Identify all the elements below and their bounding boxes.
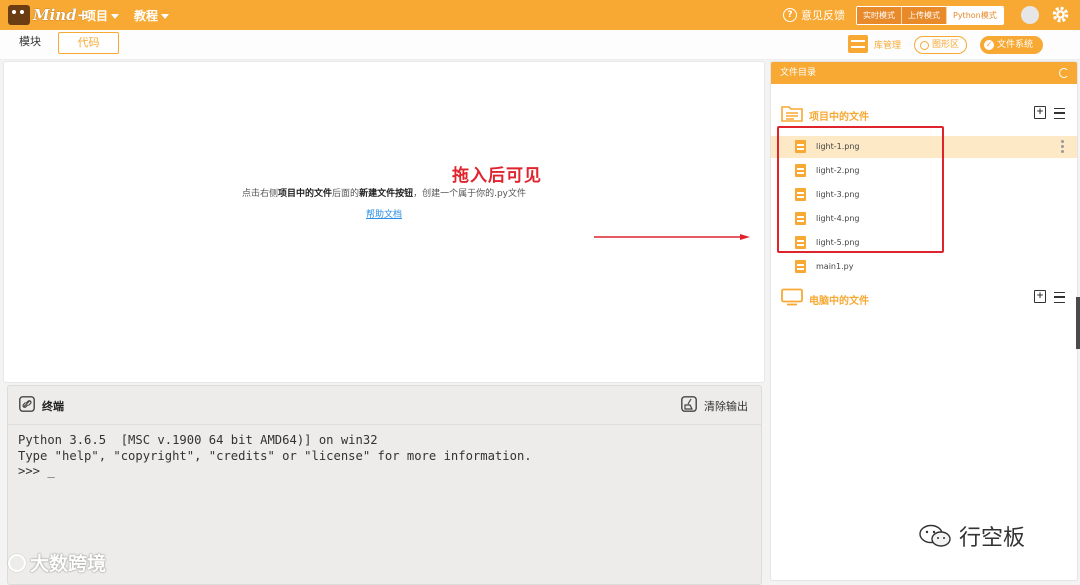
file-item[interactable]: light-5.png <box>771 232 1077 254</box>
watermark-logo-icon <box>8 553 26 572</box>
menu-project-label: 项目 <box>84 9 109 23</box>
graphics-icon <box>920 40 929 50</box>
broom-icon[interactable] <box>681 396 697 412</box>
editor-hint: 点击右侧项目中的文件后面的新建文件按钮，创建一个属于你的.py文件 <box>4 186 764 199</box>
menu-icon[interactable] <box>1054 292 1065 303</box>
feedback-button[interactable]: ? 意见反馈 <box>783 7 845 23</box>
library-manager-label: 库管理 <box>874 40 902 51</box>
hint-bold-project-files: 项目中的文件 <box>278 189 333 199</box>
hint-suffix: ，创建一个属于你的.py文件 <box>413 189 526 199</box>
terminal-prompt: >>> _ <box>18 464 55 478</box>
menu-tutorial-label: 教程 <box>134 9 159 23</box>
annotation-text: 拖入后可见 <box>452 166 542 186</box>
view-toolbar: 模块 代码 库管理 图形区 ✓ 文件系统 <box>0 30 1080 60</box>
avatar[interactable] <box>1021 6 1039 24</box>
file-name: light-2.png <box>816 166 860 175</box>
mode-python[interactable]: Python模式 <box>946 7 1003 24</box>
link-icon <box>19 396 35 412</box>
watermark-left: 大数跨境 <box>8 549 106 576</box>
file-icon <box>795 164 806 177</box>
mode-switcher: 实时模式 上传模式 Python模式 <box>856 6 1004 25</box>
wechat-icon <box>919 524 951 547</box>
feedback-label: 意见反馈 <box>801 9 845 22</box>
watermark-right-text: 行空板 <box>959 526 1026 551</box>
code-editor[interactable]: 点击右侧项目中的文件后面的新建文件按钮，创建一个属于你的.py文件 帮助文档 <box>3 61 765 383</box>
refresh-icon[interactable] <box>1059 68 1069 78</box>
robot-logo-icon <box>8 5 30 25</box>
hint-bold-new-file: 新建文件按钮 <box>359 189 414 199</box>
new-file-icon[interactable]: + <box>1034 290 1046 303</box>
terminal-title: 终端 <box>42 400 64 413</box>
file-icon <box>795 140 806 153</box>
watermark-left-text: 大数跨境 <box>30 553 107 575</box>
file-item[interactable]: light-4.png <box>771 208 1077 230</box>
mode-upload[interactable]: 上传模式 <box>901 7 946 24</box>
menu-icon[interactable] <box>1054 108 1065 119</box>
gear-icon[interactable] <box>1051 5 1070 24</box>
file-item[interactable]: light-2.png <box>771 160 1077 182</box>
new-file-icon[interactable]: + <box>1034 106 1046 119</box>
file-system-button[interactable]: ✓ 文件系统 <box>980 36 1044 54</box>
panel-header: 文件目录 <box>771 62 1077 84</box>
check-icon: ✓ <box>984 40 994 50</box>
chevron-down-icon <box>111 14 120 19</box>
terminal-header: 终端 清除输出 <box>8 386 761 425</box>
file-directory-panel: 文件目录 项目中的文件 + light-1.png light-2.png li… <box>770 61 1078 581</box>
menu-tutorial[interactable]: 教程 <box>134 7 170 24</box>
tab-code[interactable]: 代码 <box>58 32 119 54</box>
clear-output-button[interactable]: 清除输出 <box>704 398 748 414</box>
annotation-arrow-icon <box>594 234 750 240</box>
file-icon <box>795 212 806 225</box>
file-icon <box>795 260 806 273</box>
project-files-label: 项目中的文件 <box>809 112 869 123</box>
graphics-area-label: 图形区 <box>932 40 960 50</box>
panel-title: 文件目录 <box>780 68 817 78</box>
scroll-handle[interactable] <box>1076 297 1080 349</box>
help-doc-link[interactable]: 帮助文档 <box>4 207 764 220</box>
terminal-output[interactable]: Python 3.6.5 [MSC v.1900 64 bit AMD64)] … <box>18 433 532 480</box>
app-logo[interactable]: Mind+ <box>8 4 89 26</box>
library-icon <box>848 35 868 53</box>
menu-project[interactable]: 项目 <box>84 7 120 24</box>
top-bar: Mind+ 项目 教程 ? 意见反馈 实时模式 上传模式 Python模式 <box>0 0 1080 30</box>
graphics-area-button[interactable]: 图形区 <box>914 36 968 54</box>
hint-prefix: 点击右侧 <box>242 189 279 199</box>
terminal-line: Python 3.6.5 [MSC v.1900 64 bit AMD64)] … <box>18 433 378 447</box>
file-name: light-4.png <box>816 214 860 223</box>
file-name: light-5.png <box>816 238 860 247</box>
file-item[interactable]: main1.py <box>771 256 1077 278</box>
logo-text: Mind+ <box>33 6 90 24</box>
watermark-right: 行空板 <box>918 520 1025 552</box>
more-options-icon[interactable] <box>1061 140 1064 154</box>
mode-realtime[interactable]: 实时模式 <box>857 7 901 24</box>
monitor-icon <box>781 288 803 306</box>
file-icon <box>795 188 806 201</box>
file-name: light-3.png <box>816 190 860 199</box>
computer-files-label: 电脑中的文件 <box>809 296 869 307</box>
question-icon: ? <box>783 8 797 22</box>
terminal-panel: 终端 清除输出 Python 3.6.5 [MSC v.1900 64 bit … <box>7 385 762 585</box>
tab-blocks[interactable]: 模块 <box>2 32 58 52</box>
file-name: light-1.png <box>816 142 860 151</box>
file-name: main1.py <box>816 262 854 271</box>
library-manager-button[interactable]: 库管理 <box>848 35 901 53</box>
file-item[interactable]: light-3.png <box>771 184 1077 206</box>
folder-list-icon <box>781 106 803 122</box>
chevron-down-icon <box>161 14 170 19</box>
file-system-label: 文件系统 <box>997 40 1034 50</box>
terminal-line: Type "help", "copyright", "credits" or "… <box>18 448 532 463</box>
file-icon <box>795 236 806 249</box>
file-item[interactable]: light-1.png <box>771 136 1077 158</box>
hint-mid: 后面的 <box>332 189 360 199</box>
